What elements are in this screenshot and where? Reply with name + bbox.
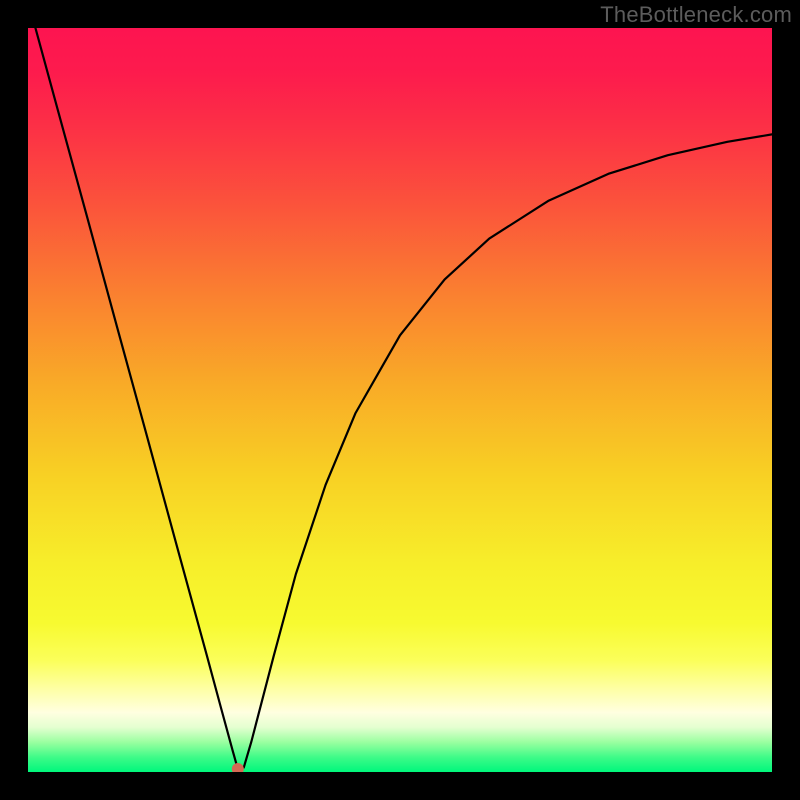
curve-layer bbox=[28, 28, 772, 772]
bottleneck-curve bbox=[35, 28, 772, 769]
minimum-marker bbox=[232, 763, 244, 772]
chart-stage: TheBottleneck.com bbox=[0, 0, 800, 800]
plot-area bbox=[28, 28, 772, 772]
attribution-label: TheBottleneck.com bbox=[600, 2, 792, 28]
